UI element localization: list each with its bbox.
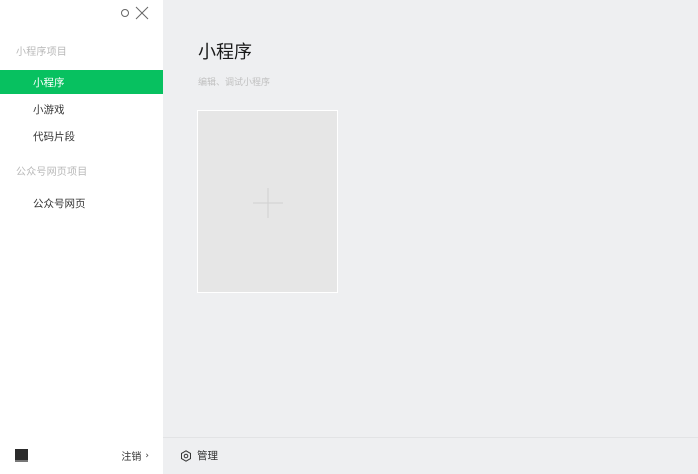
sidebar-item-label: 小游戏 xyxy=(33,103,65,116)
add-project-card[interactable] xyxy=(197,110,338,293)
section-title-official-account-projects: 公众号网页项目 xyxy=(16,167,88,178)
sidebar-item-miniprogram[interactable]: 小程序 xyxy=(0,70,163,94)
sidebar-item-label: 代码片段 xyxy=(33,130,75,143)
sidebar-footer: 注销 › xyxy=(0,437,163,474)
chevron-right-icon: › xyxy=(145,450,149,461)
sidebar-item-label: 公众号网页 xyxy=(33,197,86,210)
sidebar-item-code-snippets[interactable]: 代码片段 xyxy=(0,124,163,148)
minimize-icon[interactable] xyxy=(121,9,129,17)
page-title: 小程序 xyxy=(198,42,252,63)
main-footer: 管理 xyxy=(163,437,698,474)
sidebar-item-label: 小程序 xyxy=(33,76,65,89)
close-icon[interactable] xyxy=(135,6,149,20)
logout-button[interactable]: 注销 › xyxy=(121,448,149,464)
main-panel: 小程序 编辑、调试小程序 管理 xyxy=(163,0,698,474)
logout-label: 注销 xyxy=(121,452,142,463)
gear-icon xyxy=(181,449,191,462)
section-title-miniprogram-projects: 小程序项目 xyxy=(16,47,67,58)
page-subtitle: 编辑、调试小程序 xyxy=(198,78,271,88)
sidebar-item-official-account-web[interactable]: 公众号网页 xyxy=(0,191,163,215)
manage-button[interactable]: 管理 xyxy=(180,448,218,463)
window-controls xyxy=(121,6,149,20)
sidebar-item-minigame[interactable]: 小游戏 xyxy=(0,97,163,121)
sidebar: 小程序项目 小程序 小游戏 代码片段 公众号网页项目 公众号网页 注销 › xyxy=(0,0,163,474)
avatar[interactable] xyxy=(15,449,28,462)
plus-icon xyxy=(253,188,283,218)
manage-label: 管理 xyxy=(197,450,218,462)
